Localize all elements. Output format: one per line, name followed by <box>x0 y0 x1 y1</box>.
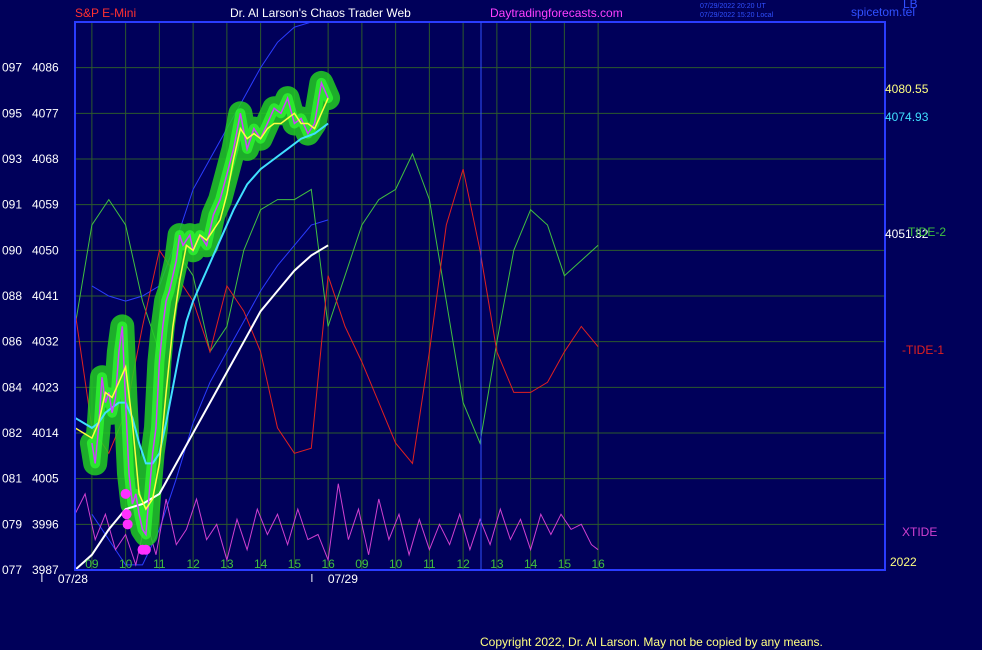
y-tick-label: 3996 <box>32 517 59 531</box>
x-tick-label: 10 <box>119 557 133 571</box>
y-tick-code: 097 <box>2 61 22 75</box>
price-last-label: 4080.55 <box>885 82 929 96</box>
x-tick-label: 14 <box>254 557 268 571</box>
y-tick-label: 4023 <box>32 380 59 394</box>
x-tick-label: 12 <box>456 557 470 571</box>
xtide-label: XTIDE <box>902 525 937 539</box>
y-tick-code: 081 <box>2 472 22 486</box>
y-tick-code: 077 <box>2 563 22 577</box>
site-url[interactable]: Daytradingforecasts.com <box>490 6 623 20</box>
site-title: Dr. Al Larson's Chaos Trader Web <box>230 6 411 20</box>
x-tick-label: 15 <box>558 557 572 571</box>
cyan-last-label: 4074.93 <box>885 110 929 124</box>
turn-marker <box>120 488 131 499</box>
y-tick-label: 4032 <box>32 335 59 349</box>
x-tick-label: 12 <box>186 557 200 571</box>
x-tick-label: 14 <box>524 557 538 571</box>
x-tick-label: 15 <box>288 557 302 571</box>
y-tick-label: 4005 <box>32 472 59 486</box>
x-tick-label: 09 <box>355 557 369 571</box>
x-tick-label: 16 <box>591 557 605 571</box>
timestamp-ut: 07/29/2022 20:20 UT <box>700 3 766 10</box>
y-tick-label: 4059 <box>32 198 59 212</box>
y-tick-code: 084 <box>2 380 22 394</box>
y-tick-code: 093 <box>2 152 22 166</box>
x-tick-label: 16 <box>321 557 335 571</box>
turn-marker <box>140 544 151 555</box>
y-tick-label: 3987 <box>32 563 59 577</box>
y-tick-code: 091 <box>2 198 22 212</box>
date-label: 07/29 <box>328 572 358 586</box>
copyright-text: Copyright 2022, Dr. Al Larson. May not b… <box>480 635 823 649</box>
y-tick-code: 088 <box>2 289 22 303</box>
y-tick-label: 4050 <box>32 243 59 257</box>
turn-marker <box>122 519 133 530</box>
brand-suffix: LB <box>903 0 918 11</box>
y-tick-code: 090 <box>2 243 22 257</box>
y-tick-label: 4041 <box>32 289 59 303</box>
x-tick-label: 13 <box>490 557 504 571</box>
y-tick-label: 4014 <box>32 426 59 440</box>
date-label: 07/28 <box>58 572 88 586</box>
y-tick-code: 095 <box>2 106 22 120</box>
y-tick-label: 4077 <box>32 106 59 120</box>
turn-marker <box>121 509 132 520</box>
x-tick-label: 10 <box>389 557 403 571</box>
y-tick-code: 079 <box>2 517 22 531</box>
tide1-label: -TIDE-1 <box>902 343 944 357</box>
timestamp-local: 07/29/2022 15:20 Local <box>700 12 774 19</box>
y-tick-label: 4086 <box>32 61 59 75</box>
x-tick-label: 11 <box>423 557 436 571</box>
tide2-label: TIDE-2 <box>908 225 946 239</box>
y-tick-code: 086 <box>2 335 22 349</box>
x-tick-label: 11 <box>153 557 166 571</box>
y-tick-label: 4068 <box>32 152 59 166</box>
x-tick-label: 13 <box>220 557 234 571</box>
chart-canvas: S&P E-Mini Dr. Al Larson's Chaos Trader … <box>0 0 982 650</box>
year-label: 2022 <box>890 555 917 569</box>
symbol-title: S&P E-Mini <box>75 6 136 20</box>
y-tick-code: 082 <box>2 426 22 440</box>
x-tick-label: 09 <box>85 557 99 571</box>
